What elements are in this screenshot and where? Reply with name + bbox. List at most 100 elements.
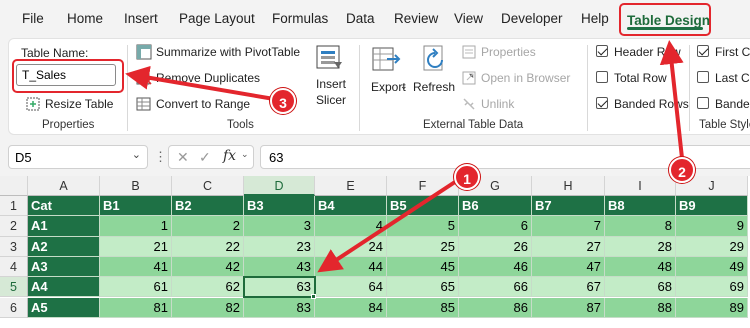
row-label-cell[interactable]: A2 [28,236,100,257]
tab-table-design[interactable]: Table Design [619,3,711,36]
column-header-d[interactable]: D [244,176,315,196]
data-cell[interactable]: 23 [244,236,315,257]
column-header-c[interactable]: C [172,176,244,196]
insert-slicer-line1[interactable]: Insert [316,77,346,91]
data-cell[interactable]: 49 [676,256,748,278]
data-cell[interactable]: 62 [172,277,244,298]
data-cell[interactable]: 41 [100,256,172,278]
first-column-checkbox[interactable] [697,45,709,57]
data-cell[interactable]: 89 [676,297,748,318]
data-cell[interactable]: 65 [387,277,459,298]
data-cell[interactable]: 86 [459,297,532,318]
data-cell[interactable]: 48 [605,256,676,278]
data-cell[interactable]: 5 [387,216,459,237]
data-cell[interactable]: 85 [387,297,459,318]
data-cell[interactable]: 68 [605,277,676,298]
refresh-button[interactable]: Refresh [413,80,455,94]
banded-columns-checkbox[interactable] [697,97,709,109]
data-cell[interactable]: 26 [459,236,532,257]
enter-icon[interactable]: ✓ [199,149,211,166]
total-row-checkbox[interactable] [596,71,608,83]
data-cell[interactable]: 2 [172,216,244,237]
data-cell[interactable]: 46 [459,256,532,278]
table-header-cell[interactable]: Cat [28,196,100,217]
tab-home[interactable]: Home [67,11,103,26]
convert-to-range-button[interactable]: Convert to Range [156,97,250,111]
data-cell[interactable]: 44 [315,256,387,278]
data-cell[interactable]: 22 [172,236,244,257]
column-header-e[interactable]: E [315,176,387,196]
unlink-button[interactable]: Unlink [481,97,514,111]
row-label-cell[interactable]: A1 [28,216,100,237]
data-cell[interactable]: 66 [459,277,532,298]
data-cell[interactable]: 88 [605,297,676,318]
fx-chevron-icon[interactable]: ⌄ [241,149,249,160]
row-label-cell[interactable]: A5 [28,297,100,318]
chevron-down-icon[interactable]: ⌄ [132,148,141,161]
tab-view[interactable]: View [454,11,483,26]
data-cell[interactable]: 64 [315,277,387,298]
data-cell[interactable]: 43 [244,256,315,278]
summarize-pivottable-button[interactable]: Summarize with PivotTable [156,45,300,59]
banded-rows-checkbox[interactable] [596,97,608,109]
header-row-checkbox[interactable] [596,45,608,57]
data-cell[interactable]: 82 [172,297,244,318]
tab-review[interactable]: Review [394,11,438,26]
column-header-a[interactable]: A [28,176,100,196]
insert-slicer-line2[interactable]: Slicer [316,93,346,107]
resize-table-button[interactable]: Resize Table [45,97,113,111]
data-cell[interactable]: 25 [387,236,459,257]
column-header-h[interactable]: H [532,176,605,196]
data-cell[interactable]: 83 [244,297,315,318]
data-cell[interactable]: 21 [100,236,172,257]
data-cell[interactable]: 84 [315,297,387,318]
tab-developer[interactable]: Developer [501,11,563,26]
data-cell[interactable]: 1 [100,216,172,237]
table-header-cell[interactable]: B8 [605,196,676,217]
row-header-4[interactable]: 4 [0,256,28,278]
row-header-5[interactable]: 5 [0,277,28,298]
fill-handle[interactable] [311,293,316,299]
data-cell[interactable]: 81 [100,297,172,318]
last-column-checkbox[interactable] [697,71,709,83]
data-cell[interactable]: 61 [100,277,172,298]
row-label-cell[interactable]: A3 [28,256,100,278]
data-cell[interactable]: 4 [315,216,387,237]
tab-file[interactable]: File [22,11,44,26]
data-cell[interactable]: 28 [605,236,676,257]
data-cell[interactable]: 69 [676,277,748,298]
data-cell[interactable]: 9 [676,216,748,237]
table-header-cell[interactable]: B3 [244,196,315,217]
properties-button[interactable]: Properties [481,45,536,59]
data-cell[interactable]: 87 [532,297,605,318]
data-cell[interactable]: 8 [605,216,676,237]
tab-insert[interactable]: Insert [124,11,158,26]
data-cell[interactable]: 27 [532,236,605,257]
table-header-cell[interactable]: B6 [459,196,532,217]
data-cell[interactable]: 29 [676,236,748,257]
table-header-cell[interactable]: B1 [100,196,172,217]
selected-cell[interactable]: 63 [243,276,316,299]
open-in-browser-button[interactable]: Open in Browser [481,71,570,85]
export-chevron-icon[interactable]: ⌄ [400,81,408,92]
insert-function-button[interactable]: fx [223,148,236,164]
tab-data[interactable]: Data [346,11,375,26]
remove-duplicates-button[interactable]: Remove Duplicates [156,71,260,85]
table-header-cell[interactable]: B2 [172,196,244,217]
table-header-cell[interactable]: B7 [532,196,605,217]
row-header-1[interactable]: 1 [0,196,28,217]
table-header-cell[interactable]: B9 [676,196,748,217]
more-options-icon[interactable]: ⋮ [154,149,167,165]
row-header-6[interactable]: 6 [0,297,28,318]
table-header-cell[interactable]: B5 [387,196,459,217]
column-header-i[interactable]: I [605,176,676,196]
data-cell[interactable]: 7 [532,216,605,237]
row-label-cell[interactable]: A4 [28,277,100,298]
data-cell[interactable]: 67 [532,277,605,298]
data-cell[interactable]: 6 [459,216,532,237]
select-all-corner[interactable] [0,176,28,196]
data-cell[interactable]: 42 [172,256,244,278]
tab-help[interactable]: Help [581,11,609,26]
data-cell[interactable]: 47 [532,256,605,278]
row-header-3[interactable]: 3 [0,236,28,257]
